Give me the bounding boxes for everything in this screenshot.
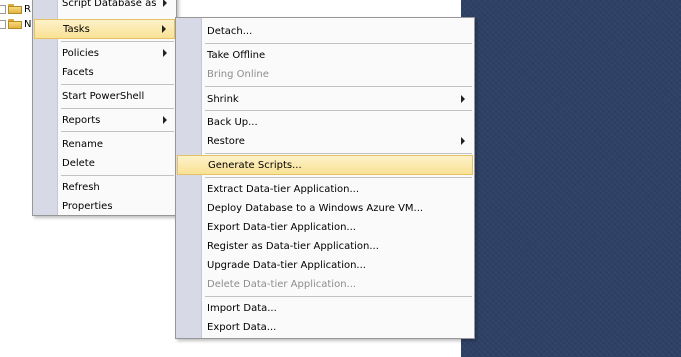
menu-item-export-data-tier-application[interactable]: Export Data-tier Application... (177, 217, 473, 237)
menu-item-label: Export Data... (207, 321, 277, 333)
menu-item-generate-scripts[interactable]: Generate Scripts... (177, 155, 473, 175)
folder-icon (8, 4, 22, 14)
tree-node-m[interactable]: N (0, 17, 31, 31)
menu-item-shrink[interactable]: Shrink (177, 89, 473, 109)
menu-separator (205, 43, 472, 44)
menu-item-facets[interactable]: Facets (34, 62, 175, 82)
menu-item-export-data[interactable]: Export Data... (177, 317, 473, 337)
menu-item-label: Restore (207, 135, 245, 147)
submenu-arrow-icon (163, 0, 167, 7)
menu-item-label: Script Database as (62, 0, 157, 9)
menu-item-upgrade-data-tier-application[interactable]: Upgrade Data-tier Application... (177, 255, 473, 275)
menu-item-label: Properties (62, 200, 113, 212)
menu-item-restore[interactable]: Restore (177, 131, 473, 151)
menu-item-reports[interactable]: Reports (34, 110, 175, 130)
menu-separator (61, 175, 174, 176)
menu-item-back-up[interactable]: Back Up... (177, 112, 473, 132)
menu-item-label: Rename (62, 138, 104, 150)
tree-expander-icon[interactable] (0, 4, 6, 14)
submenu-arrow-icon (163, 49, 167, 57)
background-panel (461, 0, 681, 357)
menu-item-import-data[interactable]: Import Data... (177, 298, 473, 318)
folder-icon (8, 19, 22, 29)
submenu-arrow-icon (163, 116, 167, 124)
tree-expander-icon[interactable] (0, 19, 6, 29)
menu-separator (61, 41, 174, 42)
menu-separator (205, 296, 472, 297)
tree-node-label: R (24, 3, 31, 15)
menu-item-label: Policies (62, 47, 99, 59)
menu-item-label: Refresh (62, 181, 100, 193)
submenu-arrow-icon (461, 95, 465, 103)
menu-item-policies[interactable]: Policies (34, 43, 175, 63)
menu-item-label: Import Data... (207, 302, 277, 314)
context-menu: Script Database as Tasks Policies Facets… (32, 0, 177, 216)
menu-item-label: Deploy Database to a Windows Azure VM... (207, 202, 424, 214)
menu-item-label: Back Up... (207, 116, 258, 128)
menu-item-label: Delete Data-tier Application... (207, 278, 357, 290)
menu-item-label: Register as Data-tier Application... (207, 240, 379, 252)
menu-item-label: Delete (62, 157, 95, 169)
menu-item-detach[interactable]: Detach... (177, 21, 473, 41)
menu-item-label: Start PowerShell (62, 90, 145, 102)
menu-separator (205, 177, 472, 178)
menu-item-label: Tasks (63, 23, 90, 35)
menu-item-bring-online[interactable]: Bring Online (177, 64, 473, 84)
menu-separator (205, 110, 472, 111)
menu-item-take-offline[interactable]: Take Offline (177, 45, 473, 65)
menu-item-label: Reports (62, 114, 101, 126)
menu-item-label: Generate Scripts... (208, 159, 302, 171)
menu-item-label: Shrink (207, 93, 239, 105)
menu-item-label: Facets (62, 66, 94, 78)
menu-item-rename[interactable]: Rename (34, 134, 175, 154)
menu-item-script-database-as[interactable]: Script Database as (34, 0, 175, 13)
submenu-arrow-icon (162, 25, 166, 33)
menu-item-tasks[interactable]: Tasks (34, 19, 175, 39)
menu-item-label: Detach... (207, 25, 253, 37)
tree-node-r[interactable]: R (0, 2, 31, 16)
menu-separator (61, 131, 174, 132)
menu-item-delete[interactable]: Delete (34, 153, 175, 173)
menu-item-properties[interactable]: Properties (34, 196, 175, 216)
menu-separator (61, 84, 174, 85)
menu-separator (61, 108, 174, 109)
menu-item-label: Take Offline (207, 49, 266, 61)
menu-item-register-data-tier-application[interactable]: Register as Data-tier Application... (177, 236, 473, 256)
menu-item-label: Extract Data-tier Application... (207, 183, 360, 195)
submenu-arrow-icon (461, 137, 465, 145)
menu-separator (205, 153, 472, 154)
tree-node-label: N (24, 18, 32, 30)
menu-item-start-powershell[interactable]: Start PowerShell (34, 86, 175, 106)
menu-item-label: Upgrade Data-tier Application... (207, 259, 366, 271)
menu-item-refresh[interactable]: Refresh (34, 177, 175, 197)
menu-item-label: Export Data-tier Application... (207, 221, 356, 233)
tasks-submenu: Detach... Take Offline Bring Online Shri… (175, 17, 475, 339)
menu-item-label: Bring Online (207, 68, 269, 80)
menu-item-deploy-database-to-azure-vm[interactable]: Deploy Database to a Windows Azure VM... (177, 198, 473, 218)
menu-item-extract-data-tier-application[interactable]: Extract Data-tier Application... (177, 179, 473, 199)
menu-separator (205, 86, 472, 87)
menu-item-delete-data-tier-application[interactable]: Delete Data-tier Application... (177, 274, 473, 294)
